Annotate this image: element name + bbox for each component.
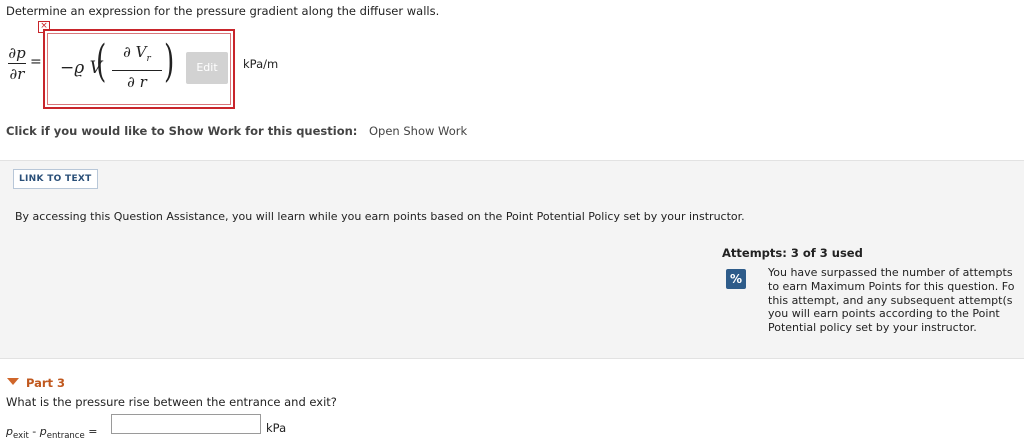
lhs-denominator: ∂r bbox=[9, 65, 25, 83]
assistance-message: By accessing this Question Assistance, y… bbox=[15, 210, 745, 223]
pressure-difference-label: pexit - pentrance = bbox=[6, 425, 97, 441]
fraction-bar bbox=[112, 70, 162, 71]
part-title[interactable]: Part 3 bbox=[26, 376, 65, 390]
p-entrance: p bbox=[39, 425, 47, 438]
entrance-subscript: entrance bbox=[46, 431, 85, 442]
unit-label: kPa bbox=[266, 421, 287, 435]
attempts-message: You have surpassed the number of attempt… bbox=[768, 266, 1024, 335]
link-to-text-button[interactable]: LINK TO TEXT bbox=[13, 169, 98, 189]
minus-sign: - bbox=[28, 425, 40, 438]
pressure-rise-input[interactable] bbox=[111, 414, 261, 434]
unit-label: kPa/m bbox=[243, 57, 279, 71]
fraction-bar bbox=[8, 63, 26, 64]
edit-button[interactable]: Edit bbox=[186, 52, 228, 84]
rhs-numerator: ∂ Vr bbox=[112, 42, 162, 69]
rhs-fraction: ∂ Vr ∂ r bbox=[112, 42, 162, 92]
lhs-fraction: ∂p ∂r bbox=[8, 44, 26, 83]
paren-left: ( bbox=[96, 36, 107, 87]
attempts-title: Attempts: 3 of 3 used bbox=[722, 246, 863, 260]
percent-icon: % bbox=[726, 269, 746, 289]
attempts-message-line: this attempt, and any subsequent attempt… bbox=[768, 293, 1013, 307]
open-show-work-link[interactable]: Open Show Work bbox=[369, 124, 467, 138]
show-work-label: Click if you would like to Show Work for… bbox=[6, 124, 358, 138]
part-question: What is the pressure rise between the en… bbox=[6, 395, 337, 409]
equals-sign: = bbox=[30, 54, 42, 70]
attempts-message-line: to earn Maximum Points for this question… bbox=[768, 279, 1015, 293]
paren-right: ) bbox=[164, 36, 175, 87]
exit-subscript: exit bbox=[12, 431, 29, 442]
attempts-message-line: Potential policy set by your instructor. bbox=[768, 321, 977, 335]
rhs-denominator: ∂ r bbox=[127, 73, 147, 91]
p-exit: p bbox=[6, 425, 13, 438]
question-text: Determine an expression for the pressure… bbox=[6, 4, 440, 18]
lhs-numerator: ∂p bbox=[8, 44, 26, 62]
equals-sign: = bbox=[84, 425, 98, 438]
collapse-arrow-icon[interactable] bbox=[7, 378, 19, 385]
attempts-message-line: you will earn points according to the Po… bbox=[768, 307, 1000, 321]
rhs-numerator-text: ∂ V bbox=[123, 43, 147, 61]
rhs-numerator-sub: r bbox=[146, 54, 151, 64]
attempts-message-line: You have surpassed the number of attempt… bbox=[768, 266, 1013, 279]
